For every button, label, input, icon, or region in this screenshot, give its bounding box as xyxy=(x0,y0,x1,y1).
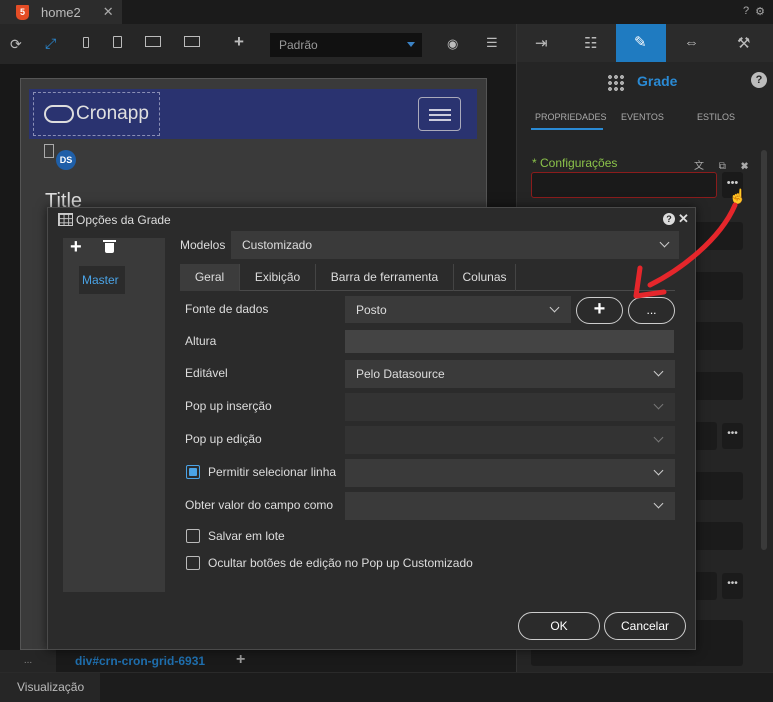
tab-label: home2 xyxy=(41,4,81,20)
monitor-icon[interactable] xyxy=(184,36,200,47)
config-actions[interactable]: 文 ⧉ ✖ xyxy=(694,157,754,172)
help-icon[interactable]: ? xyxy=(663,213,675,225)
grid-component-icon xyxy=(607,74,624,91)
refresh-icon[interactable]: ⟳ xyxy=(10,36,22,53)
ocultar-botoes-label: Ocultar botões de edição no Pop up Custo… xyxy=(208,556,473,570)
salvar-em-lote-label: Salvar em lote xyxy=(208,529,285,543)
caret-down-icon xyxy=(407,42,415,47)
add-icon[interactable]: + xyxy=(234,32,244,52)
resize-icon[interactable]: ⇔ xyxy=(684,34,699,51)
editavel-select[interactable]: Pelo Datasource xyxy=(345,360,675,388)
tree-icon[interactable]: ☷ xyxy=(584,34,597,52)
chevron-down-icon xyxy=(653,366,664,377)
breadcrumb-path[interactable]: div#crn-cron-grid-6931 xyxy=(75,654,205,668)
eye-off-icon[interactable]: ◉ xyxy=(447,36,458,52)
tab-visualizacao[interactable]: Visualização xyxy=(0,673,100,702)
html5-icon: 5 xyxy=(16,4,29,20)
chevron-down-icon xyxy=(653,465,664,476)
chevron-down-icon xyxy=(549,302,560,313)
close-tab-icon[interactable]: ✕ xyxy=(103,4,114,20)
logo-text: Cronapp xyxy=(76,103,149,124)
popup-insercao-select[interactable] xyxy=(345,393,675,421)
help-icon[interactable]: ? xyxy=(751,72,767,88)
gear-icon[interactable]: ⚙ xyxy=(755,5,765,18)
popup-insercao-label: Pop up inserção xyxy=(185,399,272,413)
expand-icon[interactable]: ⤢ xyxy=(45,35,56,52)
config-input[interactable] xyxy=(531,172,717,198)
modelos-label: Modelos xyxy=(180,238,226,252)
subtab-eventos[interactable]: EVENTOS xyxy=(621,112,664,122)
ok-button[interactable]: OK xyxy=(518,612,600,640)
navbar-logo[interactable]: Cronapp xyxy=(33,92,160,136)
altura-input[interactable] xyxy=(345,330,674,353)
editavel-label: Editável xyxy=(185,366,228,380)
cancel-button[interactable]: Cancelar xyxy=(604,612,686,640)
fonte-select[interactable]: Posto xyxy=(345,296,571,323)
device-select-value: Padrão xyxy=(279,38,318,52)
fonte-label: Fonte de dados xyxy=(185,302,269,316)
cursor-hand-icon: ☝ xyxy=(729,188,747,204)
tab-colunas[interactable]: Colunas xyxy=(454,264,516,291)
designer-toolbar xyxy=(0,24,516,64)
trash-icon[interactable] xyxy=(103,240,116,253)
device-select[interactable]: Padrão xyxy=(270,33,422,57)
chevron-down-icon xyxy=(653,432,664,443)
chevron-down-icon xyxy=(653,399,664,410)
status-bar xyxy=(0,672,773,702)
model-item-master[interactable]: Master xyxy=(79,266,125,294)
datasource-more-button[interactable]: ... xyxy=(628,297,675,324)
panel-scrollbar[interactable] xyxy=(761,150,767,550)
pencil-icon: ✎ xyxy=(634,34,647,51)
subtab-estilos[interactable]: ESTILOS xyxy=(697,112,735,122)
tab-exibicao[interactable]: Exibição xyxy=(240,264,316,291)
permitir-selecionar-checkbox[interactable] xyxy=(186,465,200,479)
popup-edicao-select[interactable] xyxy=(345,426,675,454)
add-model-icon[interactable]: + xyxy=(70,236,82,259)
tab-geral[interactable]: Geral xyxy=(180,264,240,291)
breadcrumb-more[interactable]: ... xyxy=(0,650,56,672)
property-more-button-2[interactable]: ••• xyxy=(722,573,743,599)
help-icon[interactable]: ? xyxy=(743,5,749,18)
property-more-button[interactable]: ••• xyxy=(722,423,743,449)
subtab-underline xyxy=(531,128,603,130)
desktop-icon[interactable] xyxy=(145,36,161,47)
modelos-select[interactable]: Customizado xyxy=(231,231,679,259)
tab-edit[interactable]: ✎ xyxy=(616,24,666,62)
window-controls: ? ⚙ xyxy=(743,5,765,18)
close-icon[interactable]: ✕ xyxy=(678,211,689,227)
fonte-value: Posto xyxy=(356,303,387,317)
permitir-selecionar-select[interactable] xyxy=(345,459,675,487)
dialog-title: Opções da Grade xyxy=(76,213,171,227)
component-title: Grade xyxy=(637,73,678,89)
tab-home2[interactable]: 5 home2 ✕ xyxy=(0,0,122,24)
ocultar-botoes-checkbox[interactable] xyxy=(186,556,200,570)
chevron-down-icon xyxy=(653,498,664,509)
subtab-propriedades[interactable]: PROPRIEDADES xyxy=(535,112,607,122)
tablet-icon[interactable] xyxy=(113,36,122,48)
add-datasource-button[interactable]: + xyxy=(576,297,623,324)
editavel-value: Pelo Datasource xyxy=(356,367,445,381)
breadcrumb-add-icon[interactable]: + xyxy=(236,651,245,669)
table-icon xyxy=(58,213,73,226)
hamburger-menu-icon[interactable] xyxy=(418,97,461,131)
config-label: * Configurações xyxy=(532,156,618,170)
obter-valor-select[interactable] xyxy=(345,492,675,520)
chevron-down-icon xyxy=(659,237,670,248)
database-icon[interactable]: ☰ xyxy=(486,35,498,51)
tab-barra-de-ferramenta[interactable]: Barra de ferramenta xyxy=(316,264,454,291)
altura-label: Altura xyxy=(185,334,217,348)
wrench-icon[interactable]: ⚒ xyxy=(737,34,750,52)
obter-valor-label: Obter valor do campo como xyxy=(185,498,334,512)
datasource-badge[interactable]: DS xyxy=(56,150,76,170)
modelos-value: Customizado xyxy=(242,238,313,252)
salvar-em-lote-checkbox[interactable] xyxy=(186,529,200,543)
datasource-icon xyxy=(44,144,54,158)
phone-icon[interactable] xyxy=(83,37,89,48)
popup-edicao-label: Pop up edição xyxy=(185,432,262,446)
permitir-selecionar-label: Permitir selecionar linha xyxy=(208,465,337,479)
enter-icon[interactable]: ⇥ xyxy=(535,34,548,52)
cloud-icon xyxy=(44,105,74,123)
